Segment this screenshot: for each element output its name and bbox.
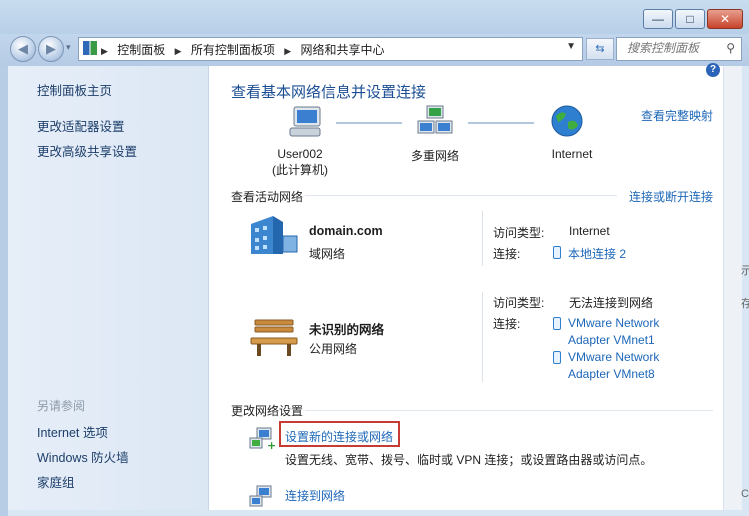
window-left-edge <box>0 66 8 516</box>
access-type-value: 无法连接到网络 <box>569 296 654 310</box>
map-node-label: Internet <box>551 147 593 161</box>
connection-label: 连接: <box>493 247 521 261</box>
network-name: 未识别的网络 <box>309 323 385 337</box>
change-settings-heading: 更改网络设置 <box>231 404 304 418</box>
search-input[interactable] <box>625 40 725 56</box>
network-adapter-icon <box>553 246 561 259</box>
address-dropdown-icon[interactable]: ▼ <box>566 41 576 52</box>
sidebar: 控制面板主页 更改适配器设置 更改高级共享设置 另请参阅 Internet 选项… <box>8 66 209 510</box>
divider <box>305 195 617 196</box>
clipped-text: C <box>741 488 749 500</box>
main-content: 查看基本网络信息并设置连接 查看完整映射 User002 (此计算机) 多重网络… <box>209 66 723 510</box>
history-dropdown-icon[interactable]: ▾ <box>66 42 71 53</box>
see-also-heading: 另请参阅 <box>37 399 86 413</box>
maximize-button[interactable]: □ <box>675 9 705 29</box>
refresh-icon: ⇆ <box>595 43 605 55</box>
connection-link[interactable]: 本地连接 2 <box>553 245 626 262</box>
help-icon[interactable]: ? <box>706 63 720 77</box>
sidebar-item-home[interactable]: 控制面板主页 <box>37 80 112 99</box>
scrollbar[interactable] <box>723 66 742 510</box>
connection-link-text: 本地连接 2 <box>568 247 627 261</box>
public-network-bench-icon <box>250 319 298 356</box>
close-icon: ✕ <box>719 12 731 26</box>
multiple-networks-icon[interactable] <box>417 105 453 139</box>
back-arrow-icon: ◀ <box>18 41 28 56</box>
access-type-label: 访问类型: <box>493 226 545 240</box>
address-row: ◀ ▶ ▾ ▶ 控制面板 ▶ 所有控制面板项 ▶ 网络和共享中心 ▼ ⇆ ⚲ <box>0 34 749 66</box>
connection-link-text: VMware Network Adapter VMnet8 <box>568 350 660 381</box>
access-type-label: 访问类型: <box>493 296 545 310</box>
search-box[interactable]: ⚲ <box>616 37 742 61</box>
connect-to-network-link[interactable]: 连接到网络 <box>285 487 345 504</box>
refresh-button[interactable]: ⇆ <box>586 38 614 60</box>
divider <box>482 211 483 266</box>
active-networks-heading: 查看活动网络 <box>231 190 304 204</box>
new-connection-icon: + <box>249 427 275 450</box>
divider <box>482 292 483 382</box>
title-bar: — □ ✕ <box>0 0 749 34</box>
setup-new-connection-link[interactable]: 设置新的连接或网络 <box>285 428 393 445</box>
map-node-this-computer[interactable]: User002 (此计算机) <box>265 147 335 178</box>
breadcrumb-separator-icon[interactable]: ▶ <box>175 46 182 56</box>
breadcrumb-separator-icon[interactable]: ▶ <box>101 46 108 56</box>
sidebar-item-windows-firewall[interactable]: Windows 防火墙 <box>37 447 129 466</box>
divider <box>305 410 713 411</box>
minimize-icon: — <box>652 12 664 26</box>
computer-icon[interactable] <box>288 105 324 139</box>
sidebar-item-internet-options[interactable]: Internet 选项 <box>37 422 108 441</box>
forward-arrow-icon: ▶ <box>46 41 56 56</box>
setup-new-connection-description: 设置无线、宽带、拨号、临时或 VPN 连接；或设置路由器或访问点。 <box>285 453 653 467</box>
connection-label: 连接: <box>493 317 521 331</box>
maximize-icon: □ <box>686 12 694 26</box>
connect-disconnect-link[interactable]: 连接或断开连接 <box>629 188 713 205</box>
connect-to-network-icon <box>249 485 272 507</box>
minimize-button[interactable]: — <box>643 9 673 29</box>
network-adapter-icon <box>553 317 561 330</box>
connection-link-text: VMware Network Adapter VMnet1 <box>568 316 660 347</box>
map-node-label: User002 <box>277 147 323 161</box>
connection-link[interactable]: VMware Network Adapter VMnet8 <box>553 349 678 383</box>
map-node-internet[interactable]: Internet <box>537 147 607 161</box>
breadcrumb-item[interactable]: 控制面板 <box>117 43 165 57</box>
map-node-sublabel: (此计算机) <box>272 163 328 177</box>
clipped-text: 示 <box>741 265 749 277</box>
sidebar-item-adapter-settings[interactable]: 更改适配器设置 <box>37 116 125 135</box>
breadcrumb-item[interactable]: 所有控制面板项 <box>191 43 275 57</box>
control-panel-icon <box>83 41 97 55</box>
clipped-text: 存储 <box>741 298 749 310</box>
internet-globe-icon[interactable] <box>550 104 584 138</box>
address-bar[interactable]: ▶ 控制面板 ▶ 所有控制面板项 ▶ 网络和共享中心 ▼ <box>78 37 583 61</box>
sidebar-item-homegroup[interactable]: 家庭组 <box>37 472 75 491</box>
connection-link[interactable]: VMware Network Adapter VMnet1 <box>553 315 678 349</box>
network-type[interactable]: 公用网络 <box>309 340 357 357</box>
back-button[interactable]: ◀ <box>10 36 36 62</box>
breadcrumb-item[interactable]: 网络和共享中心 <box>301 43 385 57</box>
sidebar-item-sharing-settings[interactable]: 更改高级共享设置 <box>37 141 137 160</box>
map-connector-line <box>336 122 402 124</box>
network-name: domain.com <box>309 224 383 238</box>
network-adapter-icon <box>553 351 561 364</box>
access-type-value: Internet <box>569 224 610 238</box>
forward-button[interactable]: ▶ <box>38 36 64 62</box>
search-icon[interactable]: ⚲ <box>726 41 735 55</box>
breadcrumb: ▶ 控制面板 ▶ 所有控制面板项 ▶ 网络和共享中心 <box>101 41 391 58</box>
breadcrumb-separator-icon[interactable]: ▶ <box>284 46 291 56</box>
map-node-label: 多重网络 <box>410 149 459 163</box>
svg-text:+: + <box>267 439 275 450</box>
network-type[interactable]: 域网络 <box>309 245 345 262</box>
domain-network-icon <box>251 216 298 254</box>
map-node-multiple-networks[interactable]: 多重网络 <box>401 147 469 164</box>
close-button[interactable]: ✕ <box>707 9 743 29</box>
view-full-map-link[interactable]: 查看完整映射 <box>641 107 713 124</box>
page-title: 查看基本网络信息并设置连接 <box>231 84 427 101</box>
map-connector-line <box>468 122 534 124</box>
